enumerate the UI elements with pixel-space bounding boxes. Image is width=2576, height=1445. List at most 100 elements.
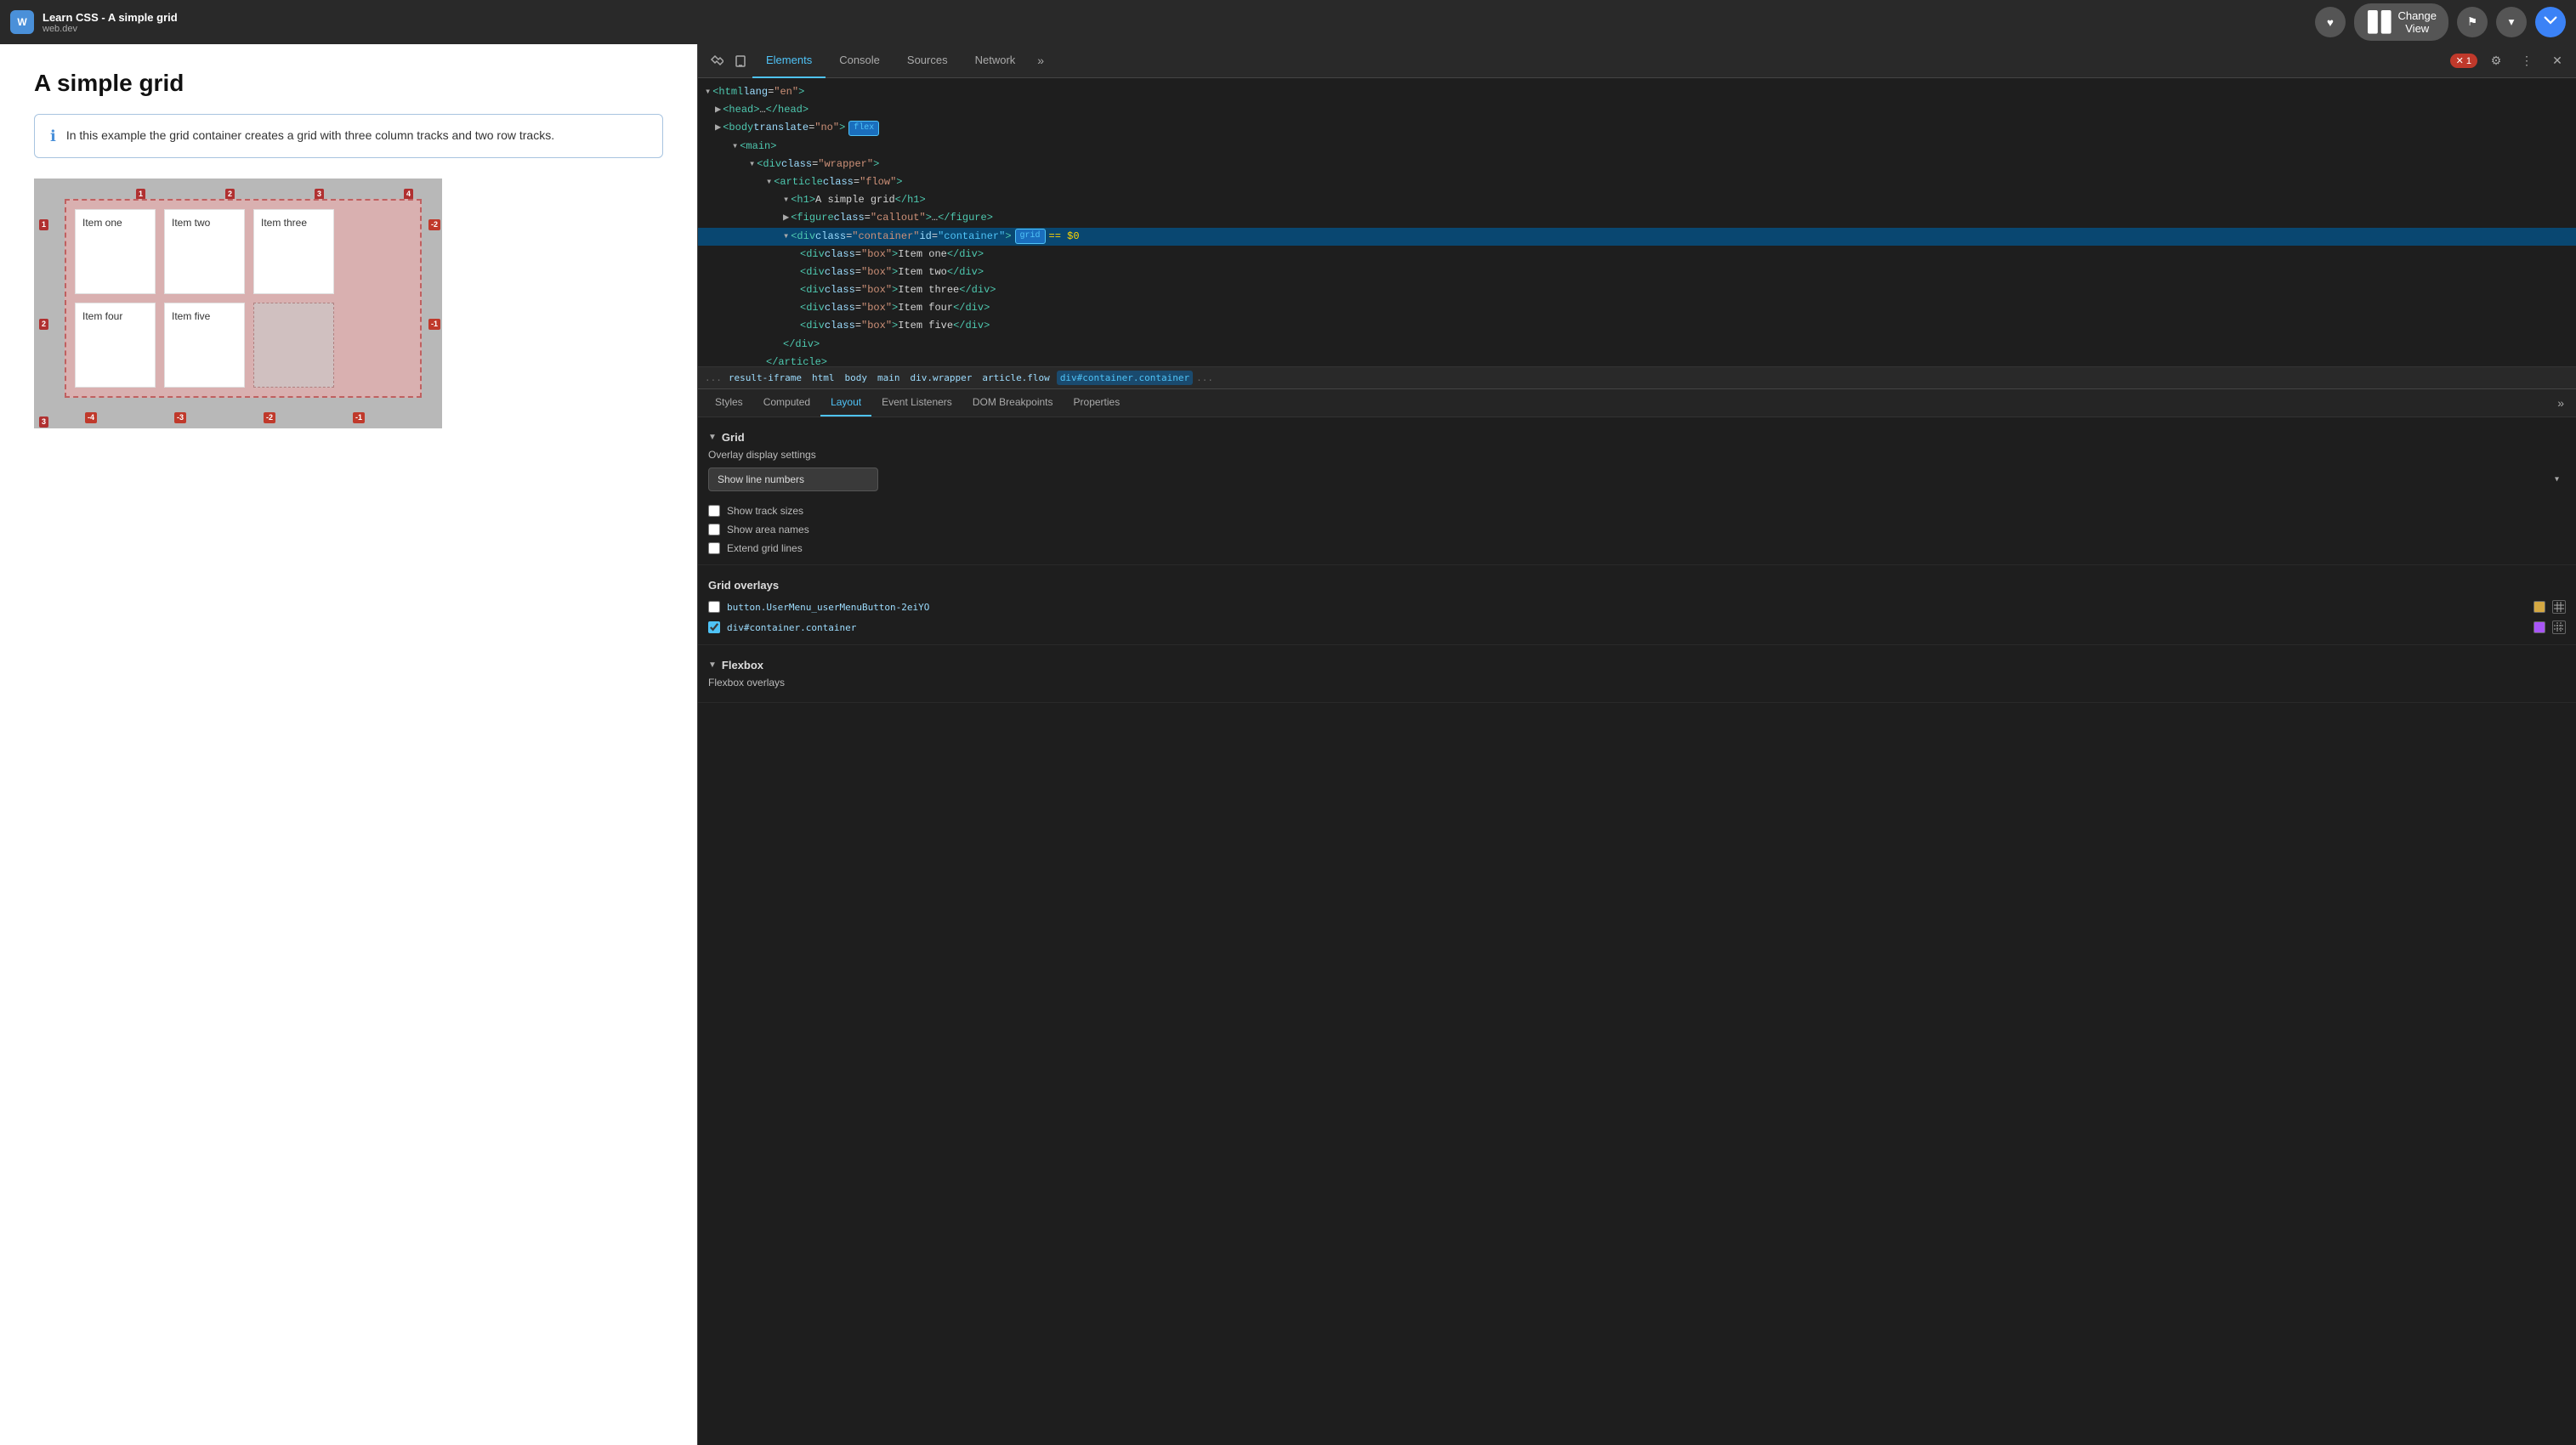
- overlay-label-2[interactable]: div#container.container: [727, 622, 2527, 633]
- overlay-checkbox-2[interactable]: [708, 621, 720, 633]
- grid-cell-empty: [253, 303, 334, 388]
- dom-line[interactable]: </div>: [698, 336, 2576, 354]
- show-area-names-checkbox[interactable]: [708, 524, 720, 536]
- settings-icon[interactable]: ⚙: [2484, 49, 2508, 73]
- grid-cell-1: Item one: [75, 209, 156, 294]
- tab-styles[interactable]: Styles: [705, 389, 753, 416]
- overlay-color-2[interactable]: [2533, 621, 2545, 633]
- dom-line-selected[interactable]: ▾ <div class="container" id="container" …: [698, 228, 2576, 246]
- info-text: In this example the grid container creat…: [66, 127, 554, 145]
- show-track-sizes-row[interactable]: Show track sizes: [708, 502, 2566, 520]
- dom-line[interactable]: ▾ <main>: [698, 138, 2576, 156]
- extend-grid-lines-checkbox[interactable]: [708, 542, 720, 554]
- overlay-checkbox-1[interactable]: [708, 601, 720, 613]
- devtools-icons: ✕ 1 ⚙ ⋮ ✕: [2450, 49, 2569, 73]
- panel-tabs: Styles Computed Layout Event Listeners D…: [698, 389, 2576, 417]
- grid-cell-5: Item five: [164, 303, 245, 388]
- tab-console[interactable]: Console: [826, 44, 894, 78]
- show-area-names-label: Show area names: [727, 524, 809, 536]
- dom-line[interactable]: ▾ <html lang="en" >: [698, 83, 2576, 101]
- dom-tree: ▾ <html lang="en" > ▶ <head>…</head> ▶ <…: [698, 78, 2576, 367]
- devtools-panel: Elements Console Sources Network » ✕ 1 ⚙…: [697, 44, 2576, 1445]
- tab-network[interactable]: Network: [962, 44, 1030, 78]
- grid-section-label: Grid: [722, 431, 745, 444]
- dom-line[interactable]: ▾ <article class="flow" >: [698, 173, 2576, 191]
- site-title: Learn CSS - A simple grid web.dev: [43, 11, 178, 34]
- ps-button[interactable]: [2535, 7, 2566, 37]
- bc-divcontainer[interactable]: div#container.container: [1057, 371, 1193, 385]
- more-icon[interactable]: ⋮: [2515, 49, 2539, 73]
- tab-event-listeners[interactable]: Event Listeners: [871, 389, 962, 416]
- dom-line[interactable]: </article>: [698, 354, 2576, 367]
- tab-sources[interactable]: Sources: [894, 44, 962, 78]
- flexbox-section-header[interactable]: ▼ Flexbox: [708, 652, 2566, 677]
- site-icon: W: [10, 10, 34, 34]
- bc-article-flow[interactable]: article.flow: [979, 371, 1053, 385]
- bc-main[interactable]: main: [874, 371, 904, 385]
- dom-line[interactable]: <div class="box" >Item four</div>: [698, 299, 2576, 317]
- dom-line[interactable]: ▾ <h1>A simple grid</h1>: [698, 191, 2576, 209]
- grid-background: 1 2 3 4 -3 1 2 3 -2 -1 -4 -3 -2 -1: [34, 178, 442, 428]
- flexbox-overlays-label: Flexbox overlays: [708, 677, 2566, 688]
- grid-overlays-header: Grid overlays: [708, 572, 2566, 597]
- dom-line[interactable]: <div class="box" >Item three</div>: [698, 281, 2576, 299]
- site-title-main: Learn CSS - A simple grid: [43, 11, 178, 24]
- select-arrow-icon: ▾: [2555, 475, 2559, 484]
- show-track-sizes-checkbox[interactable]: [708, 505, 720, 517]
- grid-overlays-label: Grid overlays: [708, 579, 779, 592]
- dom-line[interactable]: ▾ <div class="wrapper" >: [698, 156, 2576, 173]
- info-box: ℹ In this example the grid container cre…: [34, 114, 663, 158]
- tab-dom-breakpoints[interactable]: DOM Breakpoints: [962, 389, 1064, 416]
- bc-divwrapper[interactable]: div.wrapper: [906, 371, 975, 385]
- dom-line[interactable]: <div class="box" >Item two</div>: [698, 264, 2576, 281]
- tab-layout[interactable]: Layout: [820, 389, 871, 416]
- dom-line[interactable]: ▶ <figure class="callout" >…</figure>: [698, 209, 2576, 227]
- pin-button[interactable]: ⚑: [2457, 7, 2488, 37]
- tab-more[interactable]: »: [1029, 44, 1053, 78]
- grid-cell-2: Item two: [164, 209, 245, 294]
- dom-line[interactable]: ▶ <body translate="no" > flex: [698, 119, 2576, 137]
- page-heading: A simple grid: [34, 70, 663, 97]
- info-icon: ℹ: [50, 128, 56, 145]
- panel-more-tabs[interactable]: »: [2552, 389, 2569, 416]
- dropdown-button[interactable]: ▾: [2496, 7, 2527, 37]
- close-icon[interactable]: ✕: [2545, 49, 2569, 73]
- show-track-sizes-label: Show track sizes: [727, 505, 803, 517]
- error-badge: ✕ 1: [2450, 54, 2477, 68]
- dom-line[interactable]: <div class="box" >Item one</div>: [698, 246, 2576, 264]
- flexbox-arrow: ▼: [708, 660, 717, 670]
- extend-grid-lines-row[interactable]: Extend grid lines: [708, 539, 2566, 558]
- grid-section-header[interactable]: ▼ Grid: [708, 424, 2566, 449]
- show-area-names-row[interactable]: Show area names: [708, 520, 2566, 539]
- overlay-color-1[interactable]: [2533, 601, 2545, 613]
- bc-ellipsis[interactable]: ...: [705, 372, 722, 383]
- bc-body[interactable]: body: [841, 371, 871, 385]
- grid-container: Item one Item two Item three Item four I…: [65, 199, 422, 398]
- overlay-grid-icon-1[interactable]: [2552, 600, 2566, 614]
- device-icon[interactable]: [729, 49, 752, 73]
- tab-computed[interactable]: Computed: [753, 389, 820, 416]
- dom-line[interactable]: <div class="box" >Item five</div>: [698, 317, 2576, 335]
- flexbox-section: ▼ Flexbox Flexbox overlays: [698, 645, 2576, 703]
- site-url: web.dev: [43, 24, 178, 34]
- bc-end-ellipsis[interactable]: ...: [1196, 372, 1213, 383]
- overlay-grid-icon-2[interactable]: [2552, 620, 2566, 634]
- favorite-button[interactable]: ♥: [2315, 7, 2346, 37]
- browser-bar: W Learn CSS - A simple grid web.dev ♥ Ch…: [0, 0, 2576, 44]
- dom-line[interactable]: ▶ <head>…</head>: [698, 101, 2576, 119]
- layout-panel: ▼ Grid Overlay display settings Show lin…: [698, 417, 2576, 1445]
- devtools-tabs: Elements Console Sources Network » ✕ 1 ⚙…: [698, 44, 2576, 78]
- bc-html[interactable]: html: [809, 371, 838, 385]
- tab-elements[interactable]: Elements: [752, 44, 826, 78]
- tab-properties[interactable]: Properties: [1064, 389, 1131, 416]
- line-numbers-select[interactable]: Show line numbers Show track sizes Show …: [708, 468, 878, 491]
- flexbox-section-label: Flexbox: [722, 659, 763, 672]
- inspect-icon[interactable]: [705, 49, 729, 73]
- main-area: A simple grid ℹ In this example the grid…: [0, 44, 2576, 1445]
- overlay-label-1[interactable]: button.UserMenu_userMenuButton-2eiYO: [727, 602, 2527, 613]
- change-view-button[interactable]: Change View: [2354, 3, 2448, 41]
- grid-overlays-section: Grid overlays button.UserMenu_userMenuBu…: [698, 565, 2576, 645]
- bc-result-iframe[interactable]: result-iframe: [725, 371, 805, 385]
- preview-panel: A simple grid ℹ In this example the grid…: [0, 44, 697, 1445]
- grid-arrow: ▼: [708, 433, 717, 442]
